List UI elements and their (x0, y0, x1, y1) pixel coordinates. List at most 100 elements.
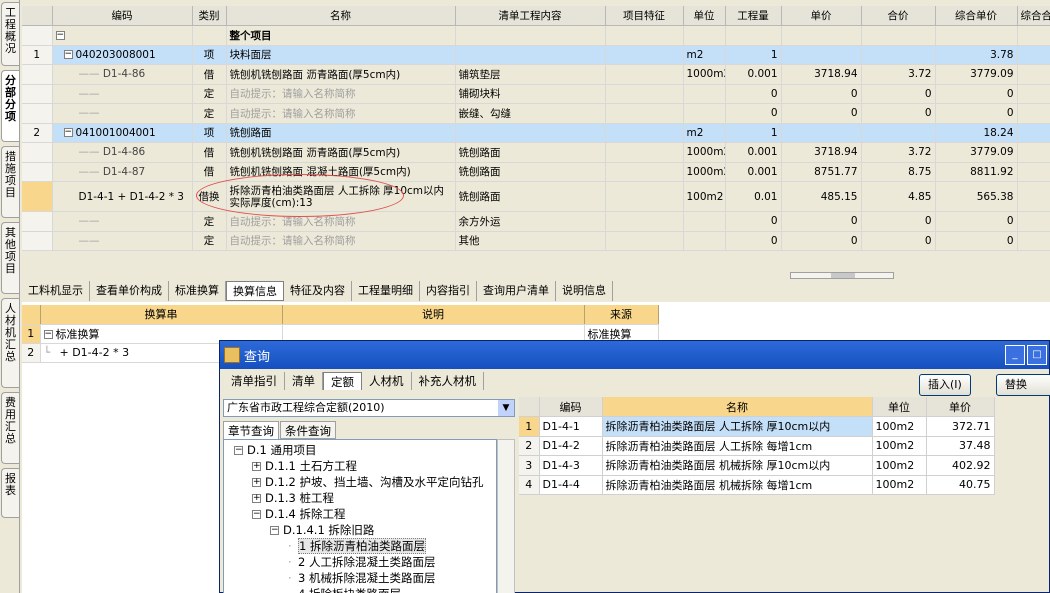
item-price[interactable]: 0 (781, 211, 862, 232)
table-row[interactable]: —— D1-4-87 借铣刨机铣刨路面 混凝土路面(厚5cm内) 铣刨路面 1000m… (22, 162, 1050, 182)
item-qty[interactable]: 0 (725, 103, 782, 124)
vtab-measures[interactable]: 措施项目 (1, 146, 19, 218)
bottom-tab[interactable]: 内容指引 (420, 281, 477, 301)
grid-header-cell[interactable]: 清单工程内容 (455, 6, 606, 26)
item-comp-total[interactable] (1017, 142, 1050, 163)
item-qty[interactable]: 0.001 (725, 64, 782, 85)
conversion-header-cell[interactable] (22, 305, 41, 325)
item-code[interactable]: —— (52, 211, 193, 232)
result-name[interactable]: 拆除沥青柏油类路面层 机械拆除 每增1cm (602, 475, 873, 495)
item-price[interactable]: 485.15 (781, 181, 862, 212)
item-comp-price[interactable]: 0 (935, 84, 1018, 104)
item-comp-price[interactable]: 0 (935, 231, 1018, 251)
quota-library-select[interactable]: 广东省市政工程综合定额(2010) ▼ (223, 399, 515, 417)
minimize-icon[interactable]: _ (1005, 345, 1025, 365)
result-price[interactable]: 402.92 (926, 455, 995, 476)
table-row[interactable]: —— 定自动提示：请输入名称简称 其他 0 0 0 0 (22, 231, 1050, 251)
item-content[interactable]: 铺砌块料 (455, 84, 606, 104)
item-qty[interactable]: 0.01 (725, 181, 782, 212)
item-total[interactable]: 4.85 (861, 181, 936, 212)
tree-node[interactable]: · 1 拆除沥青柏油类路面层 (288, 538, 426, 554)
tree-node[interactable]: · 2 人工拆除混凝土类路面层 (288, 554, 435, 570)
result-row[interactable]: 3 D1-4-3 拆除沥青柏油类路面层 机械拆除 厚10cm以内 100m2 402.9… (519, 455, 995, 476)
item-content[interactable]: 铣刨路面 (455, 181, 606, 212)
item-price[interactable]: 3718.94 (781, 64, 862, 85)
item-feature[interactable] (605, 45, 684, 65)
result-row[interactable]: 2 D1-4-2 拆除沥青柏油类路面层 人工拆除 每增1cm 100m2 37.48 (519, 436, 995, 456)
bottom-tab[interactable]: 查询用户清单 (477, 281, 556, 301)
item-feature[interactable] (605, 211, 684, 232)
grid-header-cell[interactable]: 单位 (683, 6, 726, 26)
item-total[interactable] (861, 123, 936, 143)
item-comp-price[interactable]: 18.24 (935, 123, 1018, 143)
item-price[interactable] (781, 45, 862, 65)
item-comp-price[interactable]: 0 (935, 103, 1018, 124)
bottom-tab[interactable]: 工料机显示 (22, 281, 90, 301)
item-content[interactable] (455, 45, 606, 65)
grid-root-row[interactable]: − 整个项目 (22, 25, 1050, 46)
item-code[interactable]: —— D1-4-86 (52, 64, 193, 85)
item-feature[interactable] (605, 162, 684, 182)
collapse-icon[interactable]: − (43, 330, 53, 339)
item-price[interactable]: 0 (781, 231, 862, 251)
dialog-tab[interactable]: 清单指引 (224, 372, 285, 390)
item-type[interactable]: 定 (192, 211, 227, 232)
bottom-tab[interactable]: 说明信息 (556, 281, 613, 301)
item-comp-total[interactable] (1017, 64, 1050, 85)
item-code[interactable]: —— D1-4-87 (52, 162, 193, 182)
grid-header-cell[interactable] (22, 6, 53, 26)
bottom-tab[interactable]: 工程量明细 (352, 281, 420, 301)
item-total[interactable]: 3.72 (861, 64, 936, 85)
item-code[interactable]: −040203008001 (52, 45, 193, 65)
result-name[interactable]: 拆除沥青柏油类路面层 人工拆除 每增1cm (602, 436, 873, 456)
collapse-icon[interactable]: − (63, 50, 73, 60)
item-name[interactable]: 铣刨路面 (226, 123, 456, 143)
bottom-tab[interactable]: 查看单价构成 (90, 281, 169, 301)
item-content[interactable]: 余方外运 (455, 211, 606, 232)
item-content[interactable]: 嵌缝、勾缝 (455, 103, 606, 124)
item-price[interactable]: 3718.94 (781, 142, 862, 163)
item-price[interactable]: 8751.77 (781, 162, 862, 182)
vtab-subitems[interactable]: 分部分项 (1, 70, 19, 142)
item-name[interactable]: 块料面层 (226, 45, 456, 65)
result-code[interactable]: D1-4-4 (539, 475, 603, 495)
collapse-icon[interactable]: − (63, 128, 73, 138)
item-comp-price[interactable]: 8811.92 (935, 162, 1018, 182)
dialog-tab[interactable]: 定额 (323, 372, 362, 390)
item-qty[interactable]: 0 (725, 211, 782, 232)
item-qty[interactable]: 0 (725, 84, 782, 104)
conversion-header-cell[interactable]: 说明 (282, 305, 585, 325)
item-price[interactable]: 0 (781, 103, 862, 124)
item-total[interactable] (861, 45, 936, 65)
item-qty[interactable]: 0 (725, 231, 782, 251)
tree-node[interactable]: + D.1.3 桩工程 (252, 490, 334, 506)
item-comp-total[interactable] (1017, 231, 1050, 251)
item-name[interactable]: 铣刨机铣刨路面 沥青路面(厚5cm内) (226, 142, 456, 163)
expand-icon[interactable]: + (252, 462, 261, 471)
item-comp-total[interactable] (1017, 123, 1050, 143)
item-qty[interactable]: 0.001 (725, 162, 782, 182)
item-feature[interactable] (605, 64, 684, 85)
grid-header-cell[interactable]: 名称 (226, 6, 456, 26)
horizontal-scrollbar[interactable] (790, 272, 894, 279)
item-unit[interactable]: 1000m2 (683, 64, 726, 85)
dialog-tab[interactable]: 补充人材机 (412, 372, 484, 390)
replace-button[interactable]: 替换(R) (996, 374, 1050, 396)
bottom-tab[interactable]: 标准换算 (169, 281, 226, 301)
item-unit[interactable] (683, 84, 726, 104)
vtab-other-items[interactable]: 其他项目 (1, 222, 19, 294)
result-unit[interactable]: 100m2 (872, 475, 927, 495)
item-total[interactable]: 0 (861, 84, 936, 104)
item-qty[interactable]: 1 (725, 45, 782, 65)
grid-header-cell[interactable]: 项目特征 (605, 6, 684, 26)
result-price[interactable]: 372.71 (926, 416, 995, 437)
item-total[interactable]: 0 (861, 103, 936, 124)
item-type[interactable]: 项 (192, 45, 227, 65)
table-row[interactable]: —— D1-4-86借铣刨机铣刨路面 沥青路面(厚5cm内)铺筑垫层 1000m2… (22, 64, 1050, 85)
expand-icon[interactable]: + (252, 478, 261, 487)
tree-node[interactable]: · 3 机械拆除混凝土类路面层 (288, 570, 435, 586)
expand-icon[interactable]: + (252, 494, 261, 503)
item-comp-total[interactable] (1017, 211, 1050, 232)
item-feature[interactable] (605, 84, 684, 104)
item-name[interactable]: 铣刨机铣刨路面 沥青路面(厚5cm内) (226, 64, 456, 85)
